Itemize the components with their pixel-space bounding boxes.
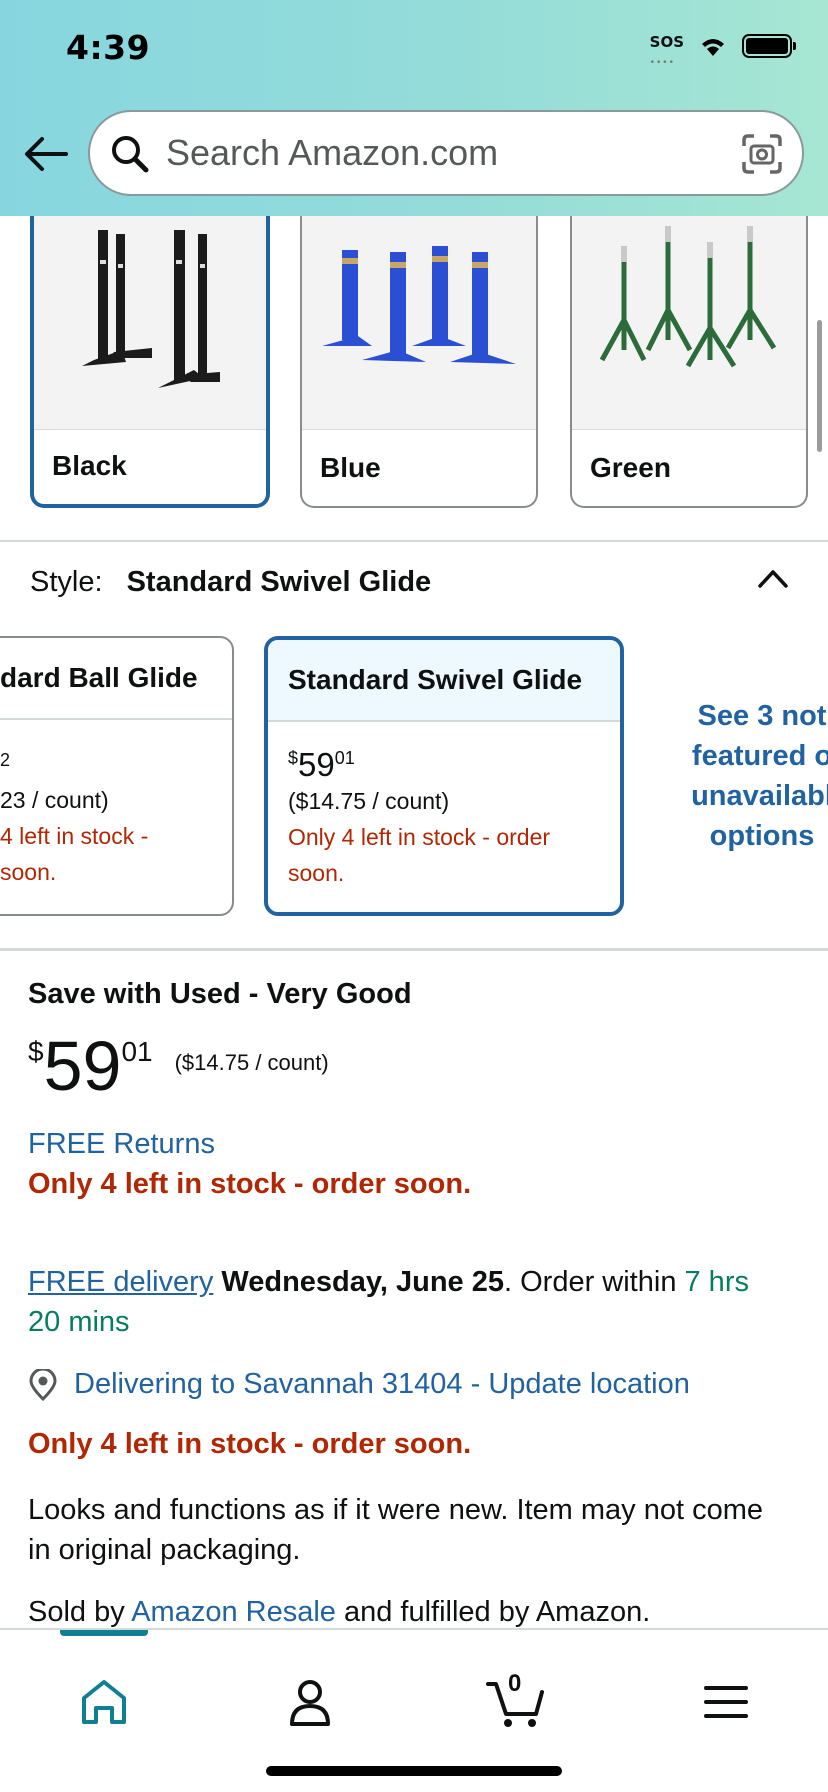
- style-card-price: 2: [0, 750, 11, 770]
- style-card-title: dard Ball Glide: [0, 638, 232, 720]
- style-card-stock-2: soon.: [0, 859, 57, 885]
- swatch-label: Blue: [320, 452, 381, 483]
- style-value: Standard Swivel Glide: [126, 566, 432, 598]
- section-divider: [0, 948, 828, 951]
- order-within-time-2: 20 mins: [28, 1306, 130, 1338]
- style-card-unit-price: ($14.75 / count): [288, 788, 450, 814]
- style-card-ball-glide[interactable]: dard Ball Glide 2 23 / count) 4 left in …: [0, 636, 234, 916]
- status-icons: SOS ••••: [649, 32, 796, 68]
- buy-box-title: Save with Used - Very Good: [28, 978, 412, 1010]
- stock-status-2: Only 4 left in stock - order soon.: [28, 1428, 472, 1460]
- camera-scan-icon[interactable]: [740, 132, 784, 176]
- search-input[interactable]: [166, 112, 706, 194]
- nav-active-indicator: [60, 1630, 148, 1636]
- unit-price: ($14.75 / count): [174, 1050, 329, 1075]
- style-card-price: $5901: [288, 746, 355, 783]
- stock-status: Only 4 left in stock - order soon.: [28, 1168, 472, 1200]
- style-card-unit-price: 23 / count): [0, 787, 109, 813]
- scrollbar[interactable]: [817, 320, 822, 452]
- update-location-link[interactable]: Delivering to Savannah 31404 - Update lo…: [74, 1368, 690, 1401]
- product-image-black: [34, 200, 266, 430]
- style-label: Style:: [30, 566, 103, 598]
- wifi-icon: [702, 39, 724, 56]
- free-returns-link[interactable]: FREE Returns: [28, 1128, 215, 1161]
- color-swatch-green[interactable]: Green: [570, 200, 808, 508]
- swatch-label: Black: [52, 450, 127, 481]
- sos-indicator: SOS: [649, 32, 684, 51]
- style-card-stock: 4 left in stock -: [0, 823, 149, 849]
- home-icon[interactable]: [76, 1676, 132, 1728]
- color-swatch-blue[interactable]: Blue: [300, 200, 538, 508]
- see-more-options-link[interactable]: See 3 not featured o unavailabl options: [672, 696, 828, 856]
- buy-box-price: $ 59 01 ($14.75 / count): [28, 1027, 329, 1105]
- product-image-blue: [302, 200, 536, 430]
- seller-link[interactable]: Amazon Resale: [131, 1596, 336, 1628]
- style-card-swivel-glide[interactable]: Standard Swivel Glide $5901 ($14.75 / co…: [264, 636, 624, 916]
- location-pin-icon: [29, 1368, 57, 1401]
- order-within-time: 7 hrs: [684, 1266, 749, 1298]
- app-header: 4:39 SOS ••••: [0, 0, 828, 216]
- delivery-date: Wednesday, June 25: [221, 1266, 504, 1298]
- search-bar[interactable]: [88, 110, 804, 196]
- style-card-stock-2: soon.: [288, 860, 345, 886]
- delivery-location[interactable]: Delivering to Savannah 31404 - Update lo…: [28, 1368, 690, 1401]
- cart-button[interactable]: 0: [486, 1670, 548, 1728]
- cart-count: 0: [508, 1670, 522, 1697]
- swatch-label: Green: [590, 452, 671, 483]
- free-delivery-link[interactable]: FREE delivery: [28, 1266, 213, 1298]
- sold-by: Sold by Amazon Resale and fulfilled by A…: [28, 1596, 651, 1628]
- delivery-info: FREE delivery Wednesday, June 25. Order …: [28, 1266, 749, 1338]
- status-time: 4:39: [66, 28, 151, 67]
- condition-description: Looks and functions as if it were new. I…: [28, 1494, 764, 1566]
- color-swatch-black[interactable]: Black: [30, 200, 270, 508]
- style-card-title: Standard Swivel Glide: [268, 640, 620, 722]
- style-selector-header: Style: Standard Swivel Glide: [30, 566, 431, 599]
- chevron-up-icon[interactable]: [756, 566, 790, 590]
- style-card-details: 2 23 / count) 4 left in stock - soon.: [0, 738, 222, 890]
- section-divider: [0, 540, 828, 542]
- search-icon: [112, 136, 149, 173]
- battery-icon: [742, 34, 796, 58]
- signal-dots: ••••: [649, 57, 675, 68]
- menu-icon[interactable]: [698, 1676, 754, 1728]
- style-card-stock: Only 4 left in stock - order: [288, 824, 551, 850]
- home-indicator: [266, 1766, 562, 1776]
- style-card-details: $5901 ($14.75 / count) Only 4 left in st…: [288, 740, 610, 891]
- product-image-green: [572, 200, 806, 430]
- account-icon[interactable]: [282, 1676, 338, 1728]
- back-arrow-icon[interactable]: [22, 134, 70, 174]
